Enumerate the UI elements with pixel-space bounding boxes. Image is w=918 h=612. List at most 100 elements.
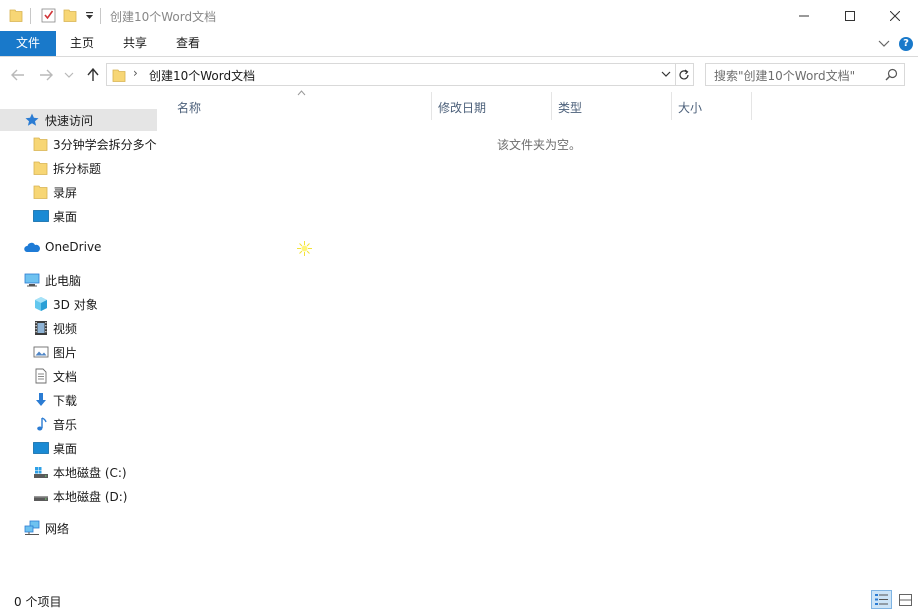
sidebar-item-label: 本地磁盘 (C:) <box>53 466 127 480</box>
sidebar-item-label: 本地磁盘 (D:) <box>53 490 128 504</box>
folder-icon <box>112 69 126 82</box>
large-icons-view-icon <box>898 593 912 606</box>
computer-icon <box>24 273 40 287</box>
sidebar-item-drive-c[interactable]: 本地磁盘 (C:) <box>0 461 157 483</box>
star-icon <box>25 113 39 126</box>
column-divider[interactable] <box>551 92 552 120</box>
close-button[interactable] <box>872 0 918 31</box>
minimize-icon <box>799 15 809 16</box>
drive-icon <box>34 467 48 478</box>
sidebar-item-label: OneDrive <box>45 240 102 254</box>
download-icon <box>36 393 46 406</box>
tab-file[interactable]: 文件 <box>0 31 56 56</box>
chevron-right-icon[interactable]: › <box>133 66 138 80</box>
maximize-icon <box>845 10 855 21</box>
sidebar-item-folder[interactable]: 拆分标题 <box>0 157 157 179</box>
large-icons-view-button[interactable] <box>895 590 915 609</box>
sidebar-item-label: 音乐 <box>53 418 78 432</box>
sidebar-item-folder[interactable]: 3分钟学会拆分多个 <box>0 133 157 155</box>
column-divider[interactable] <box>431 92 432 120</box>
sidebar-item-desktop[interactable]: 桌面 <box>0 205 157 227</box>
properties-icon[interactable] <box>41 7 56 23</box>
sidebar-item-downloads[interactable]: 下载 <box>0 389 157 411</box>
sidebar-item-3d-objects[interactable]: 3D 对象 <box>0 293 157 315</box>
navigation-bar: › 创建10个Word文档 搜索"创建10个Word文档" <box>0 58 918 92</box>
search-input[interactable]: 搜索"创建10个Word文档" <box>705 63 905 86</box>
search-placeholder: 搜索"创建10个Word文档" <box>714 69 856 83</box>
cursor-highlight-icon <box>297 241 312 256</box>
sidebar-item-label: 快速访问 <box>45 114 94 128</box>
ribbon: 文件 主页 共享 查看 ? <box>0 31 918 57</box>
column-date-modified[interactable]: 修改日期 <box>438 99 486 116</box>
sidebar-item-this-pc[interactable]: 此电脑 <box>0 269 157 291</box>
maximize-button[interactable] <box>827 0 873 31</box>
sidebar-item-label: 录屏 <box>53 186 78 200</box>
details-view-icon <box>875 594 888 605</box>
new-folder-icon[interactable] <box>63 7 77 23</box>
sidebar-item-pictures[interactable]: 图片 <box>0 341 157 363</box>
folder-icon <box>33 137 48 151</box>
column-divider[interactable] <box>671 92 672 120</box>
video-icon <box>35 321 47 335</box>
details-view-button[interactable] <box>871 590 892 609</box>
sidebar-item-label: 3分钟学会拆分多个 <box>53 138 157 152</box>
address-bar[interactable]: › 创建10个Word文档 <box>106 63 676 86</box>
3d-objects-icon <box>35 297 47 311</box>
arrow-left-icon <box>11 69 24 81</box>
network-icon <box>24 520 40 535</box>
chevron-down-icon[interactable] <box>661 71 671 78</box>
sidebar-item-quick-access[interactable]: 快速访问 <box>0 109 157 131</box>
title-bar: 创建10个Word文档 <box>0 0 918 31</box>
divider <box>100 8 101 24</box>
sidebar-item-label: 网络 <box>45 522 70 536</box>
sidebar-item-label: 视频 <box>53 322 78 336</box>
close-icon <box>890 10 900 21</box>
up-button[interactable] <box>84 66 102 84</box>
sidebar-item-network[interactable]: 网络 <box>0 517 157 539</box>
desktop-icon <box>33 210 49 222</box>
breadcrumb[interactable]: 创建10个Word文档 <box>149 67 255 84</box>
tab-home[interactable]: 主页 <box>60 31 104 56</box>
onedrive-icon <box>24 242 40 252</box>
desktop-icon <box>33 442 49 454</box>
sidebar-item-documents[interactable]: 文档 <box>0 365 157 387</box>
sidebar-item-folder[interactable]: 录屏 <box>0 181 157 203</box>
folder-icon <box>33 185 48 199</box>
arrow-up-icon <box>87 68 99 81</box>
column-name[interactable]: 名称 <box>177 99 201 116</box>
music-icon <box>37 417 47 431</box>
customize-toolbar-icon[interactable] <box>85 11 94 21</box>
chevron-down-icon[interactable] <box>878 38 890 48</box>
tab-view[interactable]: 查看 <box>166 31 210 56</box>
pictures-icon <box>33 346 49 358</box>
sidebar-item-videos[interactable]: 视频 <box>0 317 157 339</box>
column-size[interactable]: 大小 <box>678 99 702 116</box>
help-button[interactable]: ? <box>899 37 913 51</box>
column-header: 名称 修改日期 类型 大小 <box>157 92 918 120</box>
sidebar-item-label: 图片 <box>53 346 78 360</box>
sidebar-item-label: 拆分标题 <box>53 162 102 176</box>
sidebar-item-drive-d[interactable]: 本地磁盘 (D:) <box>0 485 157 507</box>
sidebar-item-label: 文档 <box>53 370 78 384</box>
sidebar-item-label: 桌面 <box>53 442 78 456</box>
sidebar-item-music[interactable]: 音乐 <box>0 413 157 435</box>
column-divider[interactable] <box>751 92 752 120</box>
back-button[interactable] <box>9 66 27 84</box>
minimize-button[interactable] <box>781 0 827 31</box>
sidebar-item-label: 桌面 <box>53 210 78 224</box>
navigation-pane: 快速访问 3分钟学会拆分多个 拆分标题 录屏 桌面 OneDrive 此电脑 3… <box>0 92 157 586</box>
sidebar-item-label: 下载 <box>53 394 78 408</box>
folder-icon[interactable] <box>9 7 23 23</box>
forward-button[interactable] <box>37 66 55 84</box>
status-bar: 0 个项目 <box>0 589 918 612</box>
refresh-button[interactable] <box>674 63 694 86</box>
sidebar-item-desktop[interactable]: 桌面 <box>0 437 157 459</box>
search-icon[interactable] <box>885 68 898 81</box>
sidebar-item-onedrive[interactable]: OneDrive <box>0 237 157 259</box>
sidebar-item-label: 此电脑 <box>45 274 82 288</box>
column-type[interactable]: 类型 <box>558 99 582 116</box>
recent-locations-icon[interactable] <box>63 68 75 82</box>
sidebar-item-label: 3D 对象 <box>53 298 98 312</box>
empty-folder-message: 该文件夹为空。 <box>497 138 582 152</box>
tab-share[interactable]: 共享 <box>113 31 157 56</box>
